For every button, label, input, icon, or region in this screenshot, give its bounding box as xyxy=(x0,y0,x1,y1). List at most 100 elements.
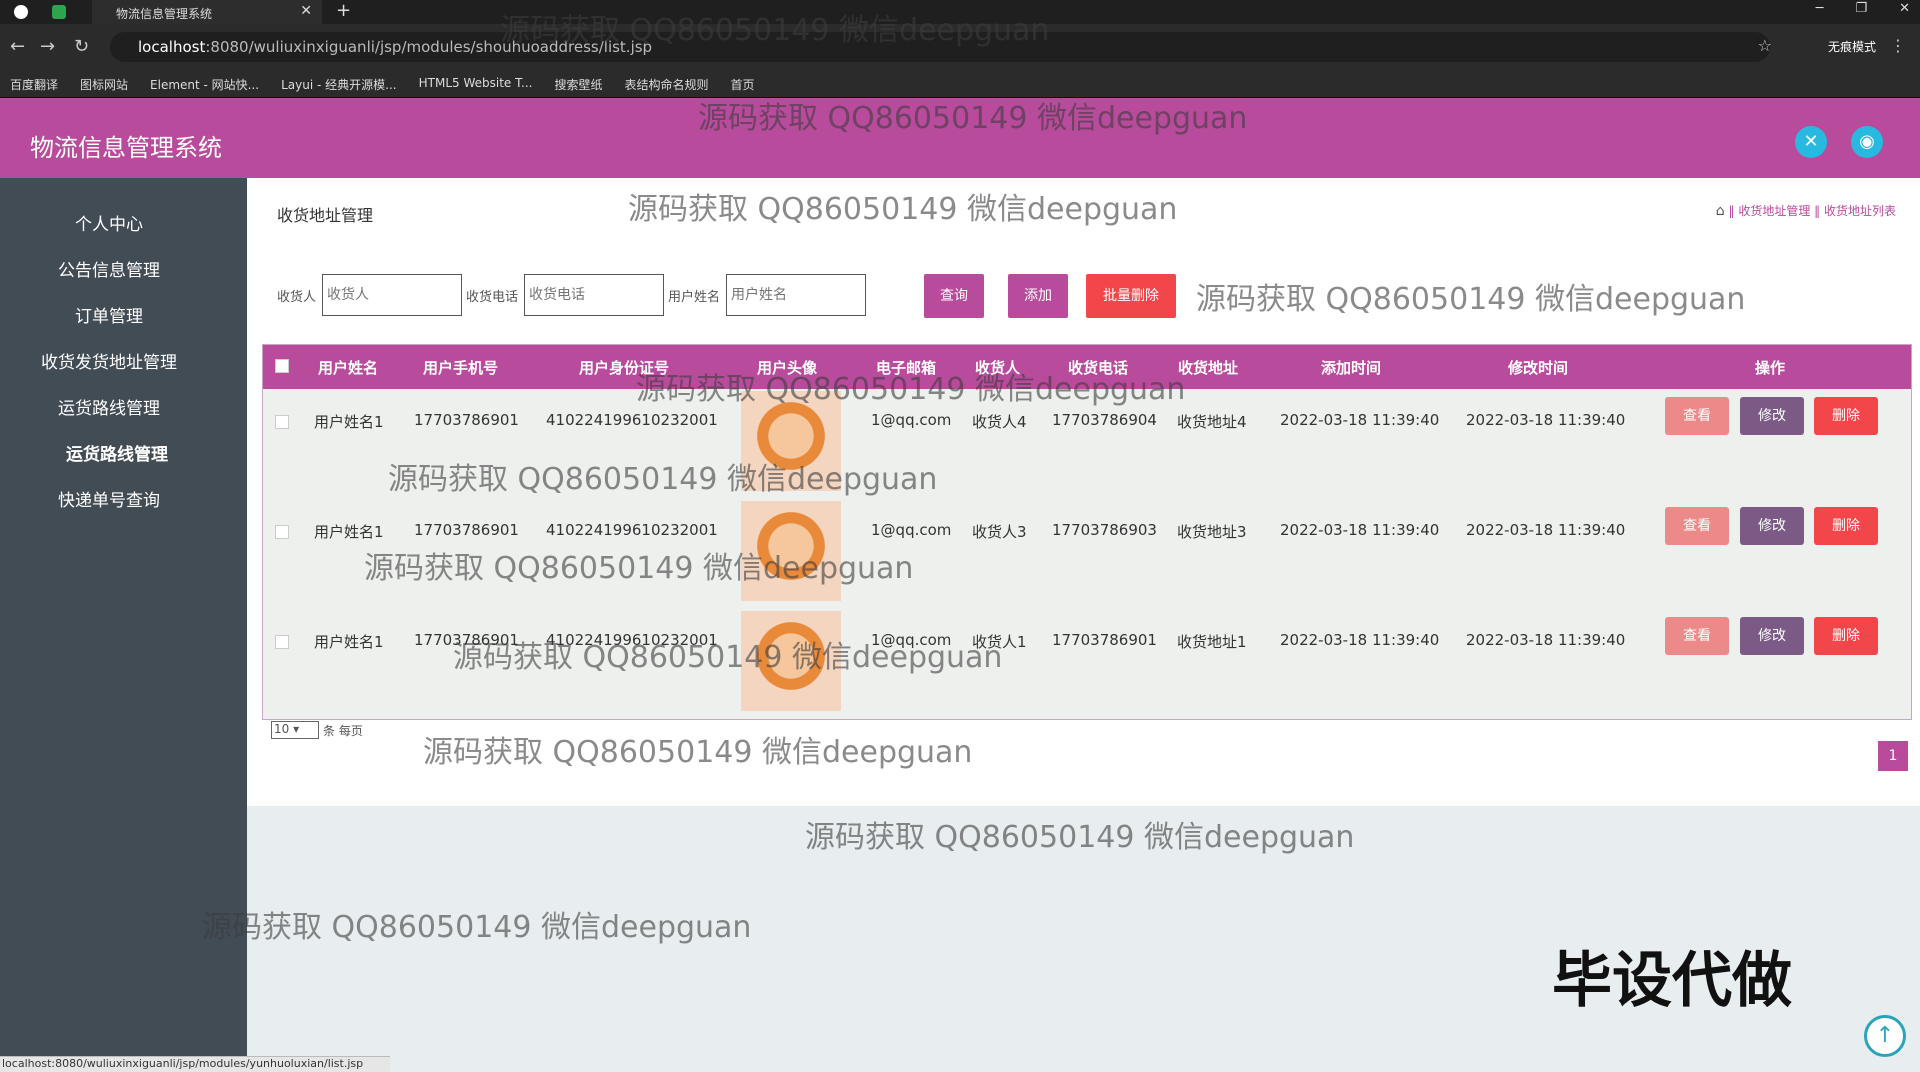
cell-username: 用户姓名1 xyxy=(314,633,384,651)
cell-username: 用户姓名1 xyxy=(314,523,384,541)
breadcrumb-item: 收货地址列表 xyxy=(1823,204,1896,218)
view-button[interactable]: 查看 xyxy=(1665,397,1729,435)
edit-button[interactable]: 修改 xyxy=(1740,507,1804,545)
query-button[interactable]: 查询 xyxy=(924,274,984,318)
cell-email: 1@qq.com xyxy=(871,411,952,429)
sidebar-item-personal-center[interactable]: 个人中心 xyxy=(0,210,218,235)
restore-icon[interactable]: ❐ xyxy=(1855,1,1867,16)
watermark-text: 源码获取 QQ86050149 微信deepguan xyxy=(388,462,938,497)
cell-phone: 17703786901 xyxy=(414,521,519,539)
bookmark-item[interactable]: 表结构命名规则 xyxy=(624,76,708,97)
receiver-phone-input[interactable] xyxy=(524,274,665,316)
delete-button[interactable]: 删除 xyxy=(1814,617,1878,655)
bookmark-item[interactable]: Element - 网站快... xyxy=(150,76,259,97)
new-tab-icon[interactable]: + xyxy=(336,0,351,21)
watermark-text: 源码获取 QQ86050149 微信deepguan xyxy=(364,551,914,586)
sidebar-item-address[interactable]: 收货发货地址管理 xyxy=(0,348,218,373)
watermark-text: 源码获取 QQ86050149 微信deepguan xyxy=(500,13,1050,48)
row-checkbox[interactable] xyxy=(275,635,289,649)
bookmark-item[interactable]: 图标网站 xyxy=(80,76,128,97)
username-label: 用户姓名 xyxy=(668,289,721,305)
cell-created: 2022-03-18 11:39:40 xyxy=(1280,631,1440,649)
bookmark-item[interactable]: HTML5 Website T... xyxy=(419,76,533,97)
back-to-top-icon[interactable]: ↑ xyxy=(1864,1015,1906,1057)
watermark-text: 源码获取 QQ86050149 微信deepguan xyxy=(453,640,1003,675)
receiver-input[interactable] xyxy=(322,274,463,316)
cell-receiver: 收货人4 xyxy=(972,413,1027,431)
bookmark-item[interactable]: 百度翻译 xyxy=(10,76,58,97)
page-number-button[interactable]: 1 xyxy=(1878,741,1908,771)
sidebar-item-tracking[interactable]: 快递单号查询 xyxy=(0,486,218,511)
reload-icon[interactable]: ↻ xyxy=(74,36,89,57)
bookmark-item[interactable]: Layui - 经典开源模... xyxy=(281,76,396,97)
row-checkbox[interactable] xyxy=(275,415,289,429)
cell-address: 收货地址4 xyxy=(1177,413,1247,431)
username-input[interactable] xyxy=(726,274,867,316)
cell-username: 用户姓名1 xyxy=(314,413,384,431)
watermark-text: 源码获取 QQ86050149 微信deepguan xyxy=(1196,282,1746,317)
watermark-text: 源码获取 QQ86050149 微信deepguan xyxy=(202,910,752,945)
breadcrumb-item[interactable]: 收货地址管理 xyxy=(1738,204,1810,218)
sidebar-item-orders[interactable]: 订单管理 xyxy=(0,302,218,327)
page-size-control: 10 ▾ 条 每页 xyxy=(271,721,363,739)
cell-updated: 2022-03-18 11:39:40 xyxy=(1466,631,1626,649)
page-size-suffix: 条 每页 xyxy=(323,723,363,738)
pinned-tab-icon[interactable] xyxy=(52,5,66,19)
col-header: 修改时间 xyxy=(1508,359,1569,377)
bookmark-item[interactable]: 搜索壁纸 xyxy=(554,76,602,97)
cell-id-card: 410224199610232001 xyxy=(546,521,718,539)
col-header: 操作 xyxy=(1755,359,1786,377)
bookmark-star-icon[interactable]: ☆ xyxy=(1758,36,1772,55)
promo-text: 毕设代做 xyxy=(1552,946,1792,1016)
cell-address: 收货地址1 xyxy=(1177,633,1247,651)
watermark-text: 源码获取 QQ86050149 微信deepguan xyxy=(636,372,1186,407)
page-title: 收货地址管理 xyxy=(277,206,374,225)
tab-close-icon[interactable]: ✕ xyxy=(300,3,312,19)
delete-button[interactable]: 删除 xyxy=(1814,507,1878,545)
sidebar-item-routes-sub[interactable]: 运货路线管理 xyxy=(8,440,226,465)
minimize-icon[interactable]: ─ xyxy=(1816,1,1824,16)
browser-menu-icon[interactable] xyxy=(14,5,28,19)
add-button[interactable]: 添加 xyxy=(1008,274,1068,318)
window-close-icon[interactable]: ✕ xyxy=(1899,1,1910,16)
fullscreen-icon[interactable]: ✕ xyxy=(1795,126,1827,158)
user-icon[interactable]: ◉ xyxy=(1851,126,1883,158)
url-host: localhost xyxy=(138,38,206,56)
forward-icon[interactable]: → xyxy=(40,36,55,57)
browser-kebab-icon[interactable]: ⋮ xyxy=(1890,36,1906,55)
edit-button[interactable]: 修改 xyxy=(1740,397,1804,435)
sidebar-item-notice[interactable]: 公告信息管理 xyxy=(0,256,218,281)
watermark-text: 源码获取 QQ86050149 微信deepguan xyxy=(628,192,1178,227)
page-size-value: 10 xyxy=(274,722,290,736)
edit-button[interactable]: 修改 xyxy=(1740,617,1804,655)
view-button[interactable]: 查看 xyxy=(1665,507,1729,545)
browser-status-url: localhost:8080/wuliuxinxiguanli/jsp/modu… xyxy=(0,1056,390,1072)
back-icon[interactable]: ← xyxy=(10,36,25,57)
cell-address: 收货地址3 xyxy=(1177,523,1247,541)
sidebar-item-routes[interactable]: 运货路线管理 xyxy=(0,394,218,419)
row-checkbox[interactable] xyxy=(275,525,289,539)
window-controls: ─ ❐ ✕ xyxy=(1816,1,1910,16)
cell-email: 1@qq.com xyxy=(871,521,952,539)
cell-receiver-phone: 17703786903 xyxy=(1052,521,1157,539)
select-all-checkbox[interactable] xyxy=(275,359,289,373)
watermark-text: 源码获取 QQ86050149 微信deepguan xyxy=(805,820,1355,855)
receiver-phone-label: 收货电话 xyxy=(466,289,519,305)
cell-receiver: 收货人3 xyxy=(972,523,1027,541)
cell-created: 2022-03-18 11:39:40 xyxy=(1280,521,1440,539)
view-button[interactable]: 查看 xyxy=(1665,617,1729,655)
watermark-text: 源码获取 QQ86050149 微信deepguan xyxy=(698,101,1248,136)
col-header: 添加时间 xyxy=(1321,359,1382,377)
col-header: 用户手机号 xyxy=(423,359,499,377)
browser-tab[interactable]: 物流信息管理系统 ✕ xyxy=(92,0,322,24)
app-title: 物流信息管理系统 xyxy=(30,134,222,162)
col-header: 用户姓名 xyxy=(318,359,379,377)
home-icon[interactable]: ⌂ xyxy=(1716,203,1725,219)
incognito-label[interactable]: 无痕模式 xyxy=(1828,38,1876,55)
cell-receiver-phone: 17703786901 xyxy=(1052,631,1157,649)
cell-receiver-phone: 17703786904 xyxy=(1052,411,1157,429)
search-form: 收货人 收货电话 用户姓名 xyxy=(277,274,870,316)
delete-button[interactable]: 删除 xyxy=(1814,397,1878,435)
batch-delete-button[interactable]: 批量删除 xyxy=(1086,274,1176,318)
page-size-select[interactable]: 10 ▾ xyxy=(271,721,319,739)
